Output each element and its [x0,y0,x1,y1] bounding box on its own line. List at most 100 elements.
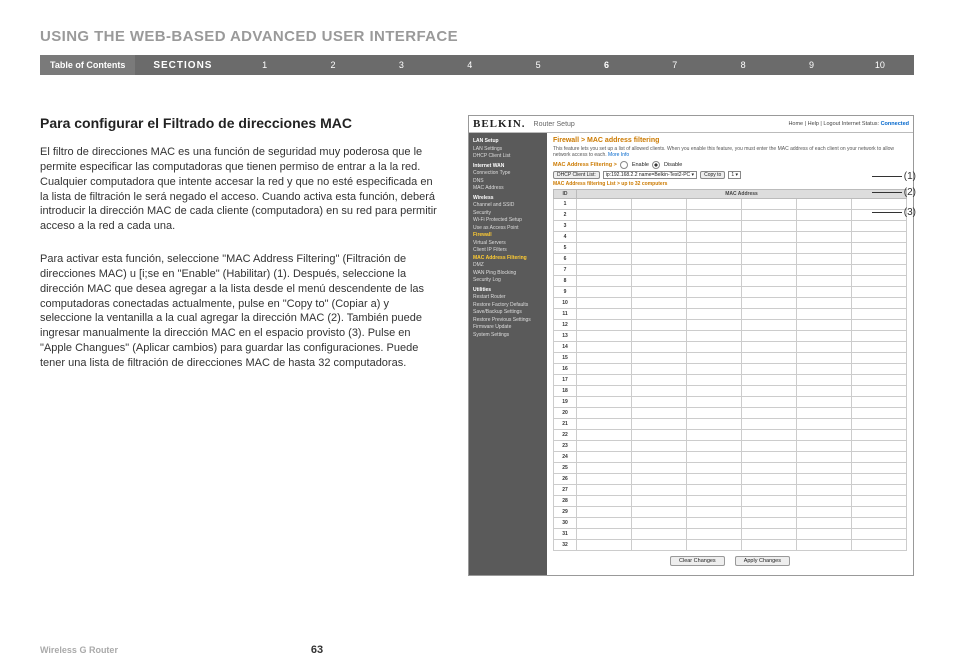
mac-cell[interactable] [851,221,906,232]
mac-cell[interactable] [631,419,686,430]
mac-cell[interactable] [686,496,741,507]
mac-cell[interactable] [796,353,851,364]
mac-cell[interactable] [577,342,632,353]
mac-cell[interactable] [631,243,686,254]
mac-cell[interactable] [851,441,906,452]
mac-cell[interactable] [796,210,851,221]
mac-cell[interactable] [631,199,686,210]
mac-cell[interactable] [577,496,632,507]
mac-cell[interactable] [577,221,632,232]
mac-cell[interactable] [631,364,686,375]
mac-cell[interactable] [851,485,906,496]
mac-cell[interactable] [741,419,796,430]
mac-cell[interactable] [741,364,796,375]
mac-cell[interactable] [631,408,686,419]
mac-cell[interactable] [796,408,851,419]
mac-cell[interactable] [741,540,796,551]
mac-cell[interactable] [577,232,632,243]
mac-cell[interactable] [631,507,686,518]
mac-cell[interactable] [686,221,741,232]
sidebar-item[interactable]: Connection Type [473,170,543,178]
mac-cell[interactable] [577,287,632,298]
sidebar-item[interactable]: Use as Access Point [473,225,543,233]
mac-cell[interactable] [631,309,686,320]
sidebar-item[interactable]: Wireless [473,195,543,203]
mac-cell[interactable] [686,243,741,254]
mac-cell[interactable] [686,265,741,276]
mac-cell[interactable] [686,353,741,364]
mac-cell[interactable] [631,496,686,507]
mac-cell[interactable] [741,287,796,298]
nav-section-7[interactable]: 7 [641,60,709,70]
mac-cell[interactable] [577,518,632,529]
sidebar-item[interactable]: MAC Address [473,185,543,193]
mac-cell[interactable] [741,408,796,419]
mac-cell[interactable] [741,331,796,342]
mac-cell[interactable] [686,232,741,243]
mac-cell[interactable] [686,320,741,331]
sidebar-item[interactable]: DHCP Client List [473,153,543,161]
mac-cell[interactable] [851,463,906,474]
mac-cell[interactable] [686,507,741,518]
mac-cell[interactable] [851,364,906,375]
mac-cell[interactable] [686,375,741,386]
mac-cell[interactable] [796,221,851,232]
mac-cell[interactable] [796,441,851,452]
copy-to-button[interactable]: Copy to [700,171,725,179]
mac-cell[interactable] [796,419,851,430]
sidebar-item[interactable]: Client IP Filters [473,247,543,255]
mac-cell[interactable] [631,353,686,364]
mac-cell[interactable] [851,408,906,419]
mac-cell[interactable] [796,529,851,540]
mac-cell[interactable] [796,243,851,254]
sidebar-item[interactable]: Firmware Update [473,324,543,332]
mac-cell[interactable] [686,419,741,430]
mac-cell[interactable] [851,397,906,408]
mac-cell[interactable] [686,199,741,210]
mac-cell[interactable] [796,496,851,507]
mac-cell[interactable] [686,364,741,375]
mac-cell[interactable] [796,375,851,386]
mac-cell[interactable] [577,243,632,254]
mac-cell[interactable] [741,474,796,485]
mac-cell[interactable] [741,265,796,276]
mac-cell[interactable] [686,474,741,485]
mac-cell[interactable] [631,485,686,496]
dhcp-client-select[interactable]: ip:192.168.2.2 name=Belkin-Test2-PC ▾ [603,171,697,179]
mac-cell[interactable] [686,540,741,551]
mac-cell[interactable] [631,331,686,342]
mac-cell[interactable] [631,463,686,474]
mac-cell[interactable] [577,375,632,386]
mac-cell[interactable] [796,518,851,529]
mac-cell[interactable] [851,309,906,320]
mac-cell[interactable] [851,386,906,397]
mac-cell[interactable] [577,353,632,364]
mac-cell[interactable] [796,309,851,320]
mac-cell[interactable] [741,276,796,287]
sidebar-item[interactable]: Virtual Servers [473,240,543,248]
sidebar-item[interactable]: DNS [473,178,543,186]
mac-cell[interactable] [577,298,632,309]
mac-cell[interactable] [796,232,851,243]
nav-section-3[interactable]: 3 [367,60,435,70]
clear-changes-button[interactable]: Clear Changes [670,556,725,566]
sidebar-item[interactable]: System Settings [473,332,543,340]
mac-cell[interactable] [631,397,686,408]
mac-cell[interactable] [686,397,741,408]
nav-section-10[interactable]: 10 [846,60,914,70]
mac-cell[interactable] [851,518,906,529]
sidebar-item[interactable]: Restart Router [473,294,543,302]
mac-cell[interactable] [796,287,851,298]
sidebar-item[interactable]: LAN Setup [473,138,543,146]
mac-cell[interactable] [741,441,796,452]
mac-cell[interactable] [577,540,632,551]
mac-cell[interactable] [631,518,686,529]
mac-cell[interactable] [851,430,906,441]
mac-cell[interactable] [631,375,686,386]
sidebar-item[interactable]: Internet WAN [473,163,543,171]
mac-cell[interactable] [631,441,686,452]
mac-cell[interactable] [796,364,851,375]
mac-cell[interactable] [741,243,796,254]
mac-cell[interactable] [631,474,686,485]
mac-cell[interactable] [631,540,686,551]
